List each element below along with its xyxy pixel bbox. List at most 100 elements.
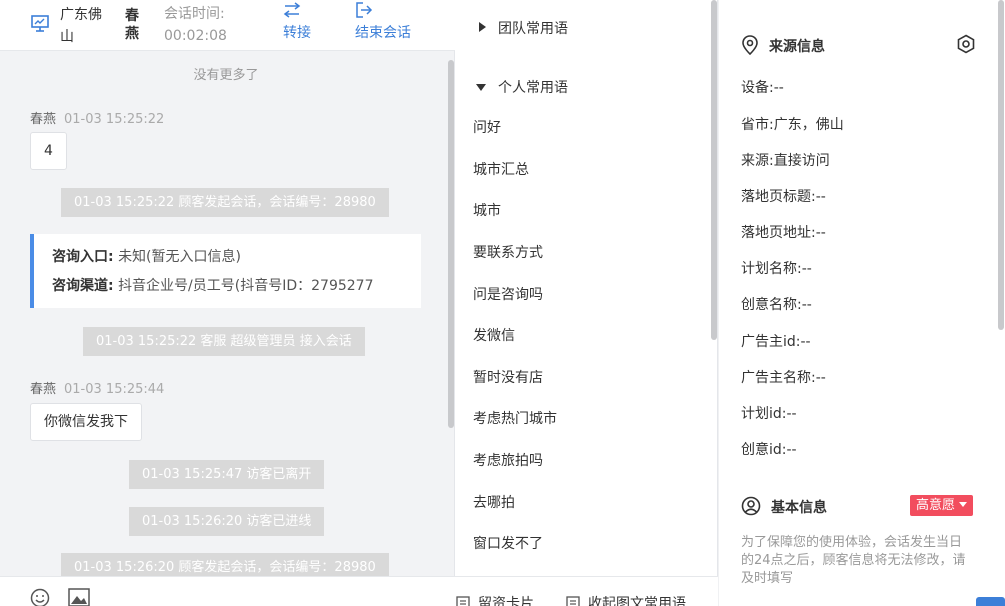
source-value: -- [786, 442, 797, 458]
source-row-advertiser-name: 广告主名称:-- [741, 367, 826, 387]
source-row-creative-name: 创意名称:-- [741, 294, 812, 314]
source-row-landing-title: 落地页标题:-- [741, 186, 826, 206]
source-label: 来源: [741, 153, 774, 169]
source-row-plan-name: 计划名称:-- [741, 258, 812, 278]
document-icon [456, 596, 470, 606]
source-row-landing-url: 落地页地址:-- [741, 222, 826, 242]
channel-row: 咨询渠道: 抖音企业号/员工号(抖音号ID：2795277 [52, 272, 403, 301]
source-label: 落地页地址: [741, 225, 816, 241]
session-time-label: 会话时间: [164, 6, 225, 22]
personal-phrases-label: 个人常用语 [498, 80, 568, 96]
location-pin-icon [742, 35, 758, 56]
phrase-item[interactable]: 发微信 [473, 325, 515, 345]
source-row-source: 来源:直接访问 [741, 150, 830, 170]
message-meta: 春燕 01-03 15:25:44 [30, 378, 164, 397]
sender-name: 春燕 [30, 112, 57, 127]
sender-name: 春燕 [30, 382, 57, 397]
source-row-device: 设备:-- [741, 77, 784, 97]
message-bubble: 你微信发我下 [30, 403, 142, 441]
source-row-province: 省市:广东，佛山 [741, 114, 844, 134]
source-label: 创意id: [741, 442, 787, 458]
phrase-item[interactable]: 窗口发不了 [473, 533, 543, 553]
visitor-location: 广东佛山 [60, 7, 102, 45]
system-message: 01-03 15:26:20 顾客发起会话，会话编号：28980 [61, 553, 389, 576]
message-meta: 春燕 01-03 15:25:22 [30, 108, 164, 127]
caret-down-icon [476, 84, 486, 91]
entry-value: 未知(暂无入口信息) [118, 249, 241, 265]
phrase-item[interactable]: 暂时没有店 [473, 367, 543, 387]
phrase-item[interactable]: 考虑旅拍吗 [473, 450, 543, 470]
source-row-creative-id: 创意id:-- [741, 439, 797, 459]
phrase-item[interactable]: 考虑热门城市 [473, 408, 557, 428]
chat-footer: 留资卡片 收起图文常用语 [0, 576, 718, 606]
basic-title-text: 基本信息 [771, 500, 827, 516]
source-value: -- [786, 406, 797, 422]
settings-icon[interactable] [956, 34, 976, 54]
phrase-scrollbar[interactable] [711, 0, 717, 340]
phrase-item[interactable]: 城市 [473, 200, 501, 220]
session-time-value: 00:02:08 [164, 28, 227, 44]
entry-row: 咨询入口: 未知(暂无入口信息) [52, 243, 403, 272]
system-message: 01-03 15:25:47 访客已离开 [129, 460, 325, 489]
source-value: 直接访问 [773, 153, 830, 169]
intent-badge-label: 高意愿 [916, 498, 956, 513]
lead-card-label: 留资卡片 [478, 596, 534, 606]
system-message: 01-03 15:25:22 客服 超级管理员 接入会话 [83, 327, 365, 356]
edit-notice: 为了保障您的使用体验，会话发生当日的24点之后，顾客信息将无法修改，请及时填写 [741, 535, 966, 586]
phrase-item[interactable]: 要联系方式 [473, 242, 543, 262]
info-scrollbar[interactable] [998, 0, 1004, 330]
source-title-text: 来源信息 [769, 39, 825, 55]
source-info-title: 来源信息 [741, 35, 825, 56]
document-icon [566, 596, 580, 606]
source-label: 广告主id: [741, 334, 801, 350]
channel-label: 咨询渠道: [52, 278, 114, 294]
collapse-phrases-label: 收起图文常用语 [588, 596, 686, 606]
collapse-phrases-button[interactable]: 收起图文常用语 [566, 593, 686, 606]
phrase-item[interactable]: 城市汇总 [473, 159, 529, 179]
source-row-plan-id: 计划id:-- [741, 403, 797, 423]
floating-action-button[interactable] [976, 597, 1005, 606]
end-session-button[interactable]: 结束会话 [355, 2, 411, 42]
chat-messages: 没有更多了 春燕 01-03 15:25:22 4 01-03 15:25:22 … [0, 51, 455, 576]
source-row-advertiser-id: 广告主id:-- [741, 331, 811, 351]
chat-scrollbar[interactable] [448, 60, 454, 428]
source-label: 落地页标题: [741, 189, 816, 205]
monitor-icon [31, 15, 49, 32]
basic-info-title: 基本信息 [741, 496, 827, 517]
source-value: -- [815, 189, 826, 205]
source-value: -- [800, 334, 811, 350]
phrase-item[interactable]: 问是咨询吗 [473, 284, 543, 304]
source-label: 广告主名称: [741, 370, 816, 386]
source-label: 计划id: [741, 406, 787, 422]
team-phrases-label: 团队常用语 [498, 21, 568, 37]
end-session-label: 结束会话 [355, 25, 411, 41]
transfer-label: 转接 [283, 25, 311, 41]
intent-badge[interactable]: 高意愿 [910, 495, 974, 516]
no-more-text: 没有更多了 [193, 68, 259, 83]
source-label: 计划名称: [741, 261, 802, 277]
message-time: 01-03 15:25:44 [64, 382, 165, 397]
source-label: 设备: [741, 80, 774, 96]
caret-down-icon [959, 502, 968, 507]
transfer-button[interactable]: 转接 [283, 2, 311, 42]
source-value: -- [801, 297, 812, 313]
transfer-icon [283, 2, 301, 18]
caret-right-icon [479, 22, 486, 32]
emoji-icon[interactable] [30, 588, 50, 606]
personal-phrases-group[interactable]: 个人常用语 [476, 77, 568, 97]
channel-value: 抖音企业号/员工号(抖音号ID：2795277 [118, 278, 374, 294]
source-label: 省市: [741, 117, 774, 133]
consult-info-card: 咨询入口: 未知(暂无入口信息) 咨询渠道: 抖音企业号/员工号(抖音号ID：2… [30, 234, 421, 308]
user-icon [741, 496, 761, 516]
source-value: 广东，佛山 [773, 117, 844, 133]
phrase-item[interactable]: 问好 [473, 117, 501, 137]
source-value: -- [815, 225, 826, 241]
visitor-name: 春燕 [125, 8, 139, 42]
lead-card-button[interactable]: 留资卡片 [456, 593, 534, 606]
phrase-item[interactable]: 去哪拍 [473, 492, 515, 512]
message-time: 01-03 15:25:22 [64, 112, 165, 127]
image-icon[interactable] [68, 588, 90, 606]
logout-icon [356, 2, 373, 18]
team-phrases-group[interactable]: 团队常用语 [479, 18, 568, 38]
source-value: -- [801, 261, 812, 277]
